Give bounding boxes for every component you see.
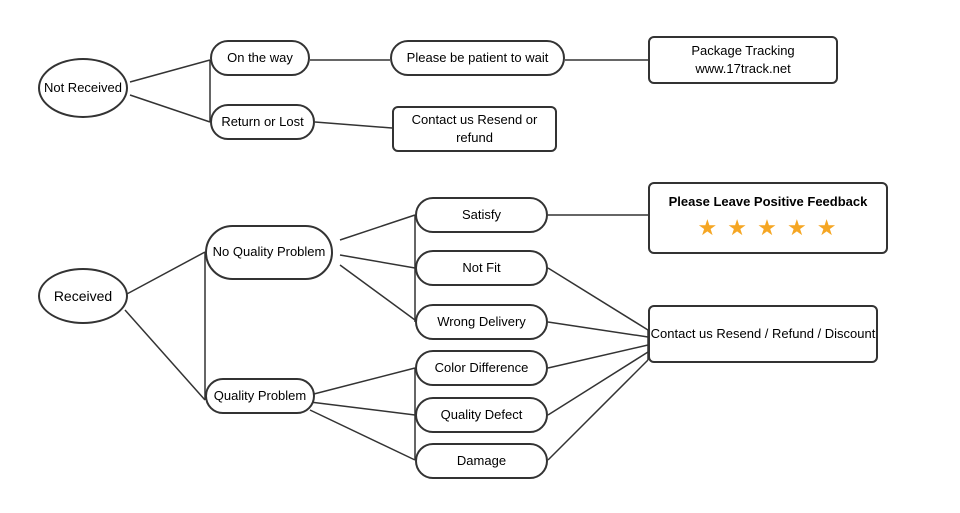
not-fit-node: Not Fit xyxy=(415,250,548,286)
no-quality-problem-node: No Quality Problem xyxy=(205,225,333,280)
diagram: Not Received On the way Return or Lost P… xyxy=(0,0,960,513)
contact-resend-refund-discount-node: Contact us Resend / Refund / Discount xyxy=(648,305,878,363)
damage-node: Damage xyxy=(415,443,548,479)
contact-resend-refund-node: Contact us Resend or refund xyxy=(392,106,557,152)
not-received-node: Not Received xyxy=(38,58,128,118)
patient-node: Please be patient to wait xyxy=(390,40,565,76)
color-difference-node: Color Difference xyxy=(415,350,548,386)
on-the-way-node: On the way xyxy=(210,40,310,76)
return-or-lost-node: Return or Lost xyxy=(210,104,315,140)
feedback-box: Please Leave Positive Feedback ★ ★ ★ ★ ★ xyxy=(648,182,888,254)
wrong-delivery-node: Wrong Delivery xyxy=(415,304,548,340)
stars-display: ★ ★ ★ ★ ★ xyxy=(697,211,838,244)
quality-problem-node: Quality Problem xyxy=(205,378,315,414)
satisfy-node: Satisfy xyxy=(415,197,548,233)
received-node: Received xyxy=(38,268,128,324)
feedback-text: Please Leave Positive Feedback xyxy=(669,192,868,212)
quality-defect-node: Quality Defect xyxy=(415,397,548,433)
package-tracking-node: Package Tracking www.17track.net xyxy=(648,36,838,84)
